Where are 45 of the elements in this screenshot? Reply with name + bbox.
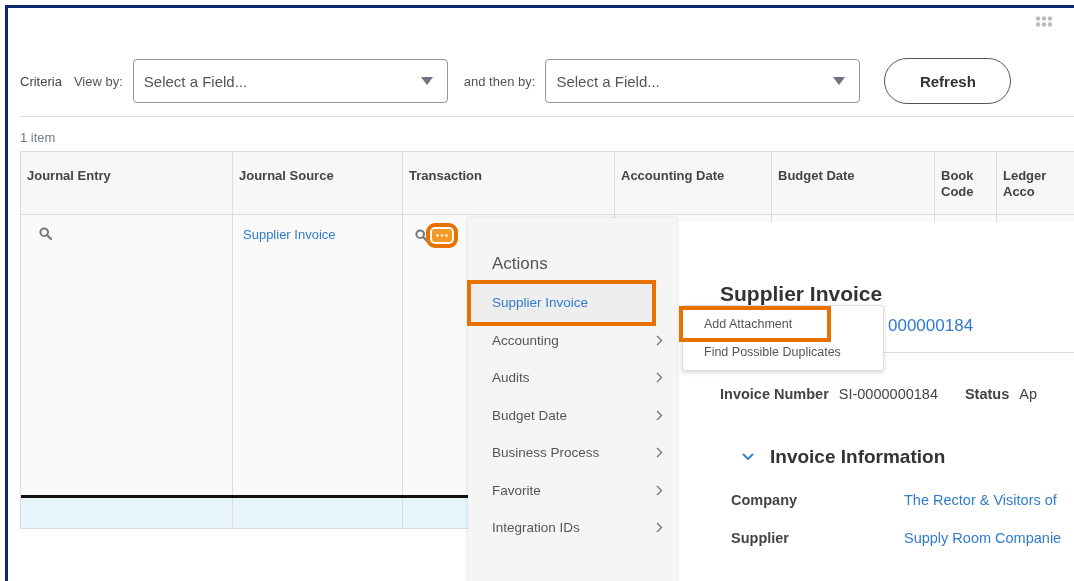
column-header[interactable]: Ledger Acco bbox=[997, 152, 1074, 215]
journal-source-link[interactable]: Supplier Invoice bbox=[243, 227, 336, 242]
search-icon[interactable] bbox=[39, 227, 52, 240]
chevron-right-icon bbox=[656, 409, 663, 421]
preview-title: Supplier Invoice bbox=[720, 282, 884, 306]
then-by-dropdown[interactable]: Select a Field... bbox=[545, 59, 861, 103]
menu-item[interactable]: Budget Date bbox=[468, 396, 677, 434]
chevron-right-icon bbox=[656, 334, 663, 346]
refresh-button[interactable]: Refresh bbox=[884, 58, 1012, 104]
field-value: Ap bbox=[1019, 386, 1038, 402]
menu-item[interactable]: Integration IDs bbox=[468, 509, 677, 547]
column-header[interactable]: Transaction bbox=[403, 152, 615, 215]
submenu-item[interactable]: Find Possible Duplicates bbox=[683, 338, 883, 366]
dots-icon bbox=[436, 234, 448, 237]
menu-item[interactable]: Business Process bbox=[468, 434, 677, 472]
field-value: SI-0000000184 bbox=[838, 386, 938, 402]
column-header[interactable]: Journal Source bbox=[233, 152, 403, 215]
field-label: Supplier bbox=[731, 530, 790, 546]
invoice-link[interactable]: 000000184 bbox=[888, 316, 974, 335]
menu-item[interactable]: Audits bbox=[468, 359, 677, 397]
field-label: Company bbox=[731, 492, 799, 508]
column-header[interactable]: Budget Date bbox=[772, 152, 935, 215]
section-title: Invoice Information bbox=[770, 446, 946, 468]
field-label: Status bbox=[964, 386, 1010, 402]
column-header[interactable]: Book Code bbox=[935, 152, 997, 215]
caret-icon bbox=[420, 77, 433, 85]
chevron-right-icon bbox=[656, 372, 663, 384]
chevron-right-icon bbox=[656, 522, 663, 534]
field-value-link[interactable]: Supply Room Companie bbox=[904, 530, 1074, 546]
menu-item[interactable]: Favorite bbox=[468, 471, 677, 509]
field-label: Invoice Number bbox=[720, 386, 829, 402]
criteria-label: Criteria bbox=[20, 73, 62, 89]
chevron-down-icon[interactable] bbox=[742, 453, 754, 461]
chevron-right-icon bbox=[656, 447, 663, 459]
item-count: 1 item bbox=[20, 130, 56, 145]
caret-icon bbox=[833, 77, 846, 85]
field-value-link[interactable]: The Rector & Visitors of bbox=[904, 492, 1074, 508]
then-by-label: and then by: bbox=[463, 73, 536, 89]
view-by-dropdown[interactable]: Select a Field... bbox=[132, 59, 448, 103]
menu-item[interactable]: Accounting bbox=[468, 321, 677, 359]
column-header[interactable]: Journal Entry bbox=[21, 152, 233, 215]
view-by-label: View by: bbox=[73, 73, 123, 89]
column-header[interactable]: Accounting Date bbox=[615, 152, 772, 215]
search-icon[interactable] bbox=[415, 229, 428, 242]
chevron-right-icon bbox=[656, 484, 663, 496]
